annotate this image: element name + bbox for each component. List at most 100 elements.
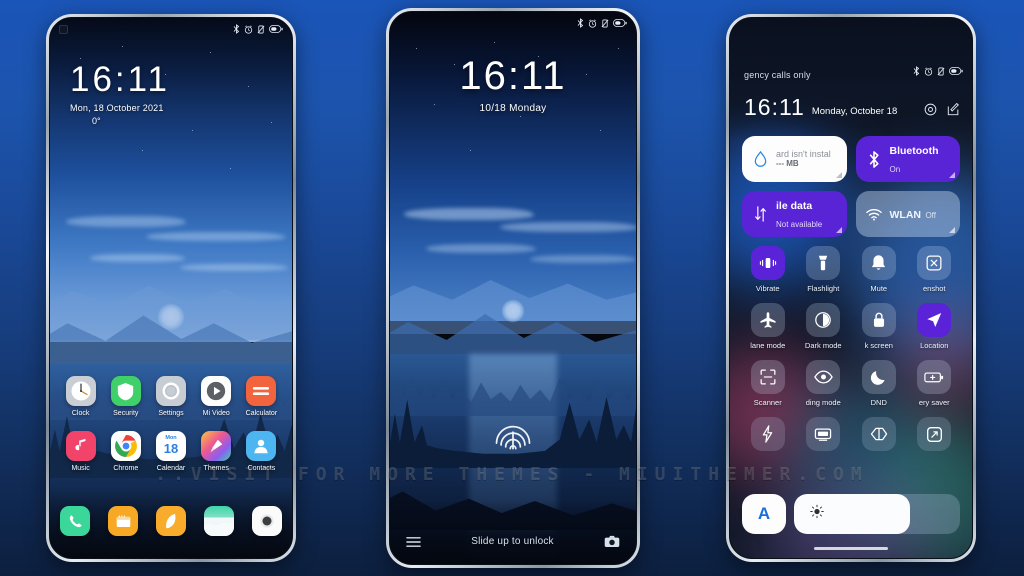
tile-text: ard isn't instal --- MB [776,149,831,170]
tile-bluetooth[interactable]: Bluetooth On [855,136,960,182]
cc-clock-date: Monday, October 18 [811,106,898,117]
toggle-location[interactable]: Location [909,303,961,350]
tag-icon [861,417,896,451]
phone2-screen[interactable]: 16:11 10/18 Monday Slide up to unlock [389,11,637,565]
app-clock[interactable]: Clock [58,376,103,417]
tile-wlan[interactable]: WLAN Off [855,191,960,237]
calendar-day-number: 18 [163,440,179,456]
app-security[interactable]: Security [103,376,148,417]
status-bar-left [399,19,408,28]
app-label: Settings [158,410,184,417]
app-label: Security [113,410,139,417]
status-bar-icons [577,18,627,28]
expand-corner-icon[interactable] [835,172,842,178]
toggle-dnd[interactable]: DND [853,360,905,407]
toggle-airplane-mode[interactable]: lane mode [742,303,794,350]
fingerprint-icon[interactable] [491,412,535,456]
app-themes[interactable]: Themes [194,431,239,472]
app-calculator[interactable]: Calculator [239,376,284,417]
punch-hole-camera [59,24,68,34]
expand-corner-icon[interactable] [949,172,955,178]
lock-clock-date: 10/18 Monday [479,103,547,114]
settings-gear-icon[interactable] [924,103,937,116]
eye-icon [806,360,841,394]
toggle-lock-screen[interactable]: k screen [853,303,905,350]
themes-icon [201,431,232,461]
tile-text: Bluetooth On [890,141,952,177]
gallery-icon [204,522,234,536]
tile-storage[interactable]: ard isn't instal --- MB [742,136,847,182]
vibrate-icon [750,246,785,280]
app-label: Clock [71,410,90,417]
auto-brightness-button[interactable]: A [742,494,786,534]
toggle-screenshot[interactable]: enshot [909,246,961,293]
tile-subtitle: --- MB [776,158,799,168]
dock-notes[interactable] [156,506,186,536]
app-contacts[interactable]: Contacts [239,431,284,472]
calendar-icon: Mon 18 [155,431,186,461]
dock-camera[interactable] [252,506,282,536]
bluetooth-icon [913,66,920,76]
tile-mobile-data[interactable]: ile data Not available [742,191,847,237]
edit-icon[interactable] [947,103,960,116]
phone-device-lock: 16:11 10/18 Monday Slide up to unlock [386,8,640,568]
toggle-dark-mode[interactable]: Dark mode [798,303,850,350]
tile-title: Bluetooth [889,145,939,157]
alarm-icon [588,19,597,28]
big-tile-row-2: ile data Not available WLAN Off [742,191,960,237]
app-chrome[interactable]: Chrome [103,431,148,472]
camera-icon[interactable] [604,535,620,548]
toggle-extra-1[interactable] [742,417,794,451]
app-settings[interactable]: Settings [148,376,193,417]
app-grid: Clock Security Settings Mi Video Calcula… [50,376,292,472]
toggle-reading-mode[interactable]: ding mode [798,360,850,407]
data-arrows-icon [751,205,769,223]
toggle-label: ding mode [805,398,841,407]
phone3-screen[interactable]: . gency calls only 16:11 Monday, October… [729,17,973,559]
home-clock-time: 16:11 [70,60,170,99]
battery-plus-icon [917,360,952,394]
app-mi-video[interactable]: Mi Video [194,376,239,417]
battery-icon [269,25,283,33]
vibrate-icon [601,19,609,27]
control-center-header: 16:11 Monday, October 18 [744,96,960,119]
home-indicator[interactable] [814,547,888,550]
toggle-extra-3[interactable] [853,417,905,451]
app-calendar[interactable]: Mon 18 Calendar [148,431,193,472]
app-music[interactable]: Music [58,431,103,472]
phone-handset-icon [69,514,82,527]
feather-icon [166,513,176,529]
status-bar-icons [913,66,963,76]
home-clock-widget[interactable]: 16:11 Mon, 18 October 2021 0° [70,62,170,126]
carrier-label: gency calls only [744,70,811,80]
dock-gallery[interactable] [204,506,234,536]
phone1-screen[interactable]: 16:11 Mon, 18 October 2021 0° Clock Secu… [49,17,293,559]
toggle-battery-saver[interactable]: ery saver [909,360,961,407]
tile-subtitle: On [889,165,901,174]
toggle-extra-2[interactable] [798,417,850,451]
expand-corner-icon[interactable] [835,227,842,233]
scanner-icon [750,360,785,394]
dock-messages[interactable] [108,506,138,536]
tile-title: WLAN [889,209,922,221]
toggle-mute[interactable]: Mute [853,246,905,293]
alarm-icon [244,25,253,34]
shield-icon [110,376,141,406]
toggle-scanner[interactable]: Scanner [742,360,794,407]
toggle-vibrate[interactable]: Vibrate [742,246,794,293]
dock-phone[interactable] [60,506,90,536]
menu-icon[interactable] [406,536,421,548]
battery-icon [613,19,627,27]
cc-clock-time: 16:11 [744,94,805,120]
toggle-label: ery saver [918,398,950,407]
home-clock-date: Mon, 18 October 2021 [70,103,164,113]
expand-corner-icon[interactable] [949,227,955,233]
brightness-slider[interactable] [794,494,960,534]
toggle-label: Location [920,341,949,350]
expand-icon [917,417,952,451]
contrast-icon [806,303,841,337]
lock-clock-time: 16:11 [459,54,567,98]
camera-lens-icon [260,514,274,528]
toggle-flashlight[interactable]: Flashlight [798,246,850,293]
toggle-extra-4[interactable] [909,417,961,451]
